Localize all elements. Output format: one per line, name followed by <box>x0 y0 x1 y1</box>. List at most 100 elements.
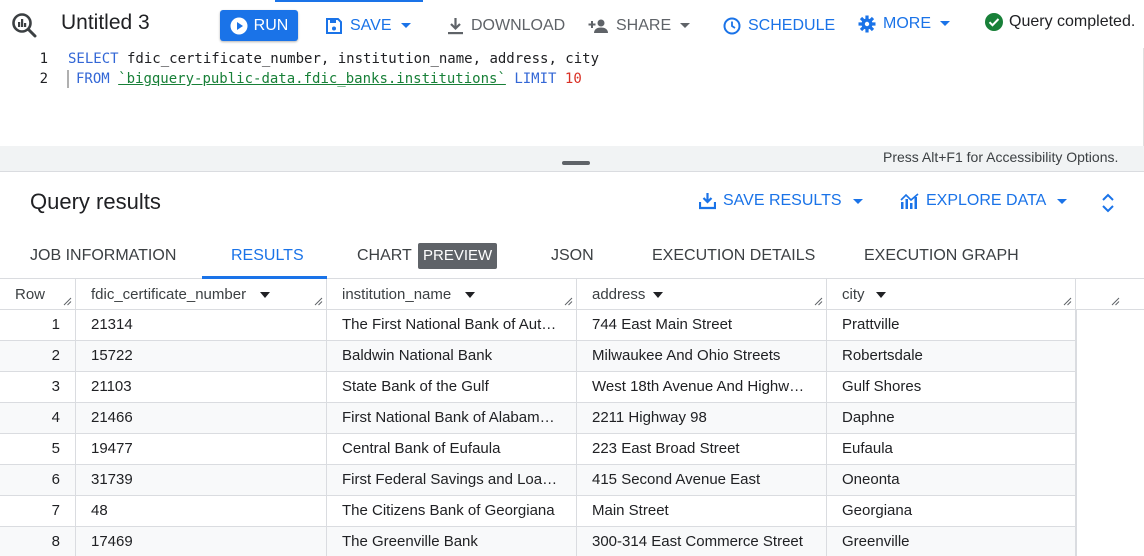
tab-json[interactable]: JSON <box>551 247 594 265</box>
chevron-down-icon <box>852 198 863 204</box>
column-header-city[interactable]: city <box>827 279 1076 310</box>
run-button[interactable]: RUN <box>220 10 298 41</box>
table-cell[interactable]: 2211 Highway 98 <box>577 403 827 434</box>
column-header-empty <box>1076 279 1144 310</box>
resize-grip-icon[interactable] <box>1063 297 1072 306</box>
gear-icon <box>858 15 876 32</box>
download-icon <box>699 193 716 210</box>
table-cell[interactable]: The Citizens Bank of Georgiana <box>327 496 577 527</box>
chevron-down-icon[interactable] <box>653 292 663 298</box>
table-row[interactable]: 1 21314 The First National Bank of Aut… … <box>0 310 1076 341</box>
table-cell[interactable]: Milwaukee And Ohio Streets <box>577 341 827 372</box>
table-cell[interactable]: 31739 <box>76 465 327 496</box>
chevron-down-icon[interactable] <box>260 292 270 298</box>
query-magnifier-icon <box>12 13 37 38</box>
table-cell[interactable]: 48 <box>76 496 327 527</box>
chart-icon <box>900 192 919 209</box>
table-row[interactable]: 5 19477 Central Bank of Eufaula 223 East… <box>0 434 1076 465</box>
resize-grip-icon[interactable] <box>314 297 323 306</box>
table-cell[interactable]: 21314 <box>76 310 327 341</box>
tab-chart[interactable]: CHART <box>357 247 412 265</box>
table-cell[interactable]: 15722 <box>76 341 327 372</box>
sql-keyword-limit: LIMIT <box>514 71 557 87</box>
table-cell[interactable]: 21466 <box>76 403 327 434</box>
row-number-cell: 4 <box>0 403 76 434</box>
table-cell[interactable]: 21103 <box>76 372 327 403</box>
save-button[interactable]: SAVE <box>325 10 411 41</box>
tab-results[interactable]: RESULTS <box>231 247 304 265</box>
editor-line-1[interactable]: SELECT fdic_certificate_number, institut… <box>68 51 599 67</box>
table-cell[interactable]: Eufaula <box>827 434 1076 465</box>
table-cell[interactable]: Main Street <box>577 496 827 527</box>
schedule-button[interactable]: SCHEDULE <box>723 10 835 41</box>
table-row[interactable]: 7 48 The Citizens Bank of Georgiana Main… <box>0 496 1076 527</box>
explore-data-button[interactable]: EXPLORE DATA <box>900 192 1068 210</box>
table-cell[interactable]: West 18th Avenue And Highwa… <box>577 372 827 403</box>
table-cell[interactable]: 744 East Main Street <box>577 310 827 341</box>
table-cell[interactable]: 19477 <box>76 434 327 465</box>
table-cell[interactable]: The Greenville Bank <box>327 527 577 556</box>
row-number-cell: 7 <box>0 496 76 527</box>
editor-line-2[interactable]: FROM `bigquery-public-data.fdic_banks.in… <box>76 71 582 87</box>
more-button-label: MORE <box>883 14 931 32</box>
row-number-cell: 2 <box>0 341 76 372</box>
chevron-down-icon[interactable] <box>876 292 886 298</box>
save-results-label: SAVE RESULTS <box>723 192 842 209</box>
tab-execution-graph[interactable]: EXECUTION GRAPH <box>864 247 1019 265</box>
table-cell[interactable]: Baldwin National Bank <box>327 341 577 372</box>
person-add-icon <box>588 19 608 33</box>
query-tab-title[interactable]: Untitled 3 <box>61 11 150 35</box>
table-row[interactable]: 4 21466 First National Bank of Alabama… … <box>0 403 1076 434</box>
resize-grip-icon[interactable] <box>63 297 72 306</box>
column-header-label: fdic_certificate_number <box>91 286 247 303</box>
chevron-down-icon <box>680 23 691 28</box>
chevron-down-icon <box>940 21 950 26</box>
table-cell[interactable]: Robertsdale <box>827 341 1076 372</box>
more-button[interactable]: MORE <box>858 8 950 39</box>
table-cell[interactable]: Gulf Shores <box>827 372 1076 403</box>
resize-grip-icon[interactable] <box>814 297 823 306</box>
line-number: 1 <box>39 51 48 67</box>
table-row[interactable]: 2 15722 Baldwin National Bank Milwaukee … <box>0 341 1076 372</box>
unfold-icon[interactable] <box>1100 191 1116 215</box>
table-empty-column <box>1076 310 1144 556</box>
table-cell[interactable]: 223 East Broad Street <box>577 434 827 465</box>
row-number-cell: 8 <box>0 527 76 556</box>
query-status-text: Query completed. <box>1009 13 1136 30</box>
column-header-label: city <box>842 286 865 303</box>
save-icon <box>326 17 342 34</box>
table-cell[interactable]: Central Bank of Eufaula <box>327 434 577 465</box>
save-results-button[interactable]: SAVE RESULTS <box>699 192 863 210</box>
share-button[interactable]: SHARE <box>588 10 691 41</box>
table-cell[interactable]: 300-314 East Commerce Street <box>577 527 827 556</box>
table-cell[interactable]: Prattville <box>827 310 1076 341</box>
table-row[interactable]: 6 31739 First Federal Savings and Loan …… <box>0 465 1076 496</box>
table-cell[interactable]: Daphne <box>827 403 1076 434</box>
preview-badge: PREVIEW <box>418 243 498 269</box>
table-cell[interactable]: First Federal Savings and Loan … <box>327 465 577 496</box>
table-cell[interactable]: State Bank of the Gulf <box>327 372 577 403</box>
tab-execution-details[interactable]: EXECUTION DETAILS <box>652 247 815 265</box>
column-header-institution-name[interactable]: institution_name <box>327 279 577 310</box>
sql-keyword-select: SELECT <box>68 51 119 67</box>
resize-handle[interactable] <box>562 161 590 165</box>
download-button[interactable]: DOWNLOAD <box>447 10 565 41</box>
table-cell[interactable]: First National Bank of Alabama… <box>327 403 577 434</box>
table-cell[interactable]: 17469 <box>76 527 327 556</box>
table-cell[interactable]: Greenville <box>827 527 1076 556</box>
table-row[interactable]: 3 21103 State Bank of the Gulf West 18th… <box>0 372 1076 403</box>
resize-grip-icon[interactable] <box>564 297 573 306</box>
table-cell[interactable]: Oneonta <box>827 465 1076 496</box>
tab-job-information[interactable]: JOB INFORMATION <box>30 247 176 265</box>
table-cell[interactable]: Georgiana <box>827 496 1076 527</box>
chevron-down-icon[interactable] <box>465 292 475 298</box>
column-header-fdic-certificate-number[interactable]: fdic_certificate_number <box>76 279 327 310</box>
editor-footer: Press Alt+F1 for Accessibility Options. <box>0 146 1144 172</box>
table-cell[interactable]: The First National Bank of Aut… <box>327 310 577 341</box>
column-header-address[interactable]: address <box>577 279 827 310</box>
resize-grip-icon[interactable] <box>1111 297 1120 306</box>
sql-table-reference[interactable]: `bigquery-public-data.fdic_banks.institu… <box>118 71 506 87</box>
table-row[interactable]: 8 17469 The Greenville Bank 300-314 East… <box>0 527 1076 556</box>
sql-editor[interactable]: 1 2 SELECT fdic_certificate_number, inst… <box>0 48 1144 146</box>
table-cell[interactable]: 415 Second Avenue East <box>577 465 827 496</box>
